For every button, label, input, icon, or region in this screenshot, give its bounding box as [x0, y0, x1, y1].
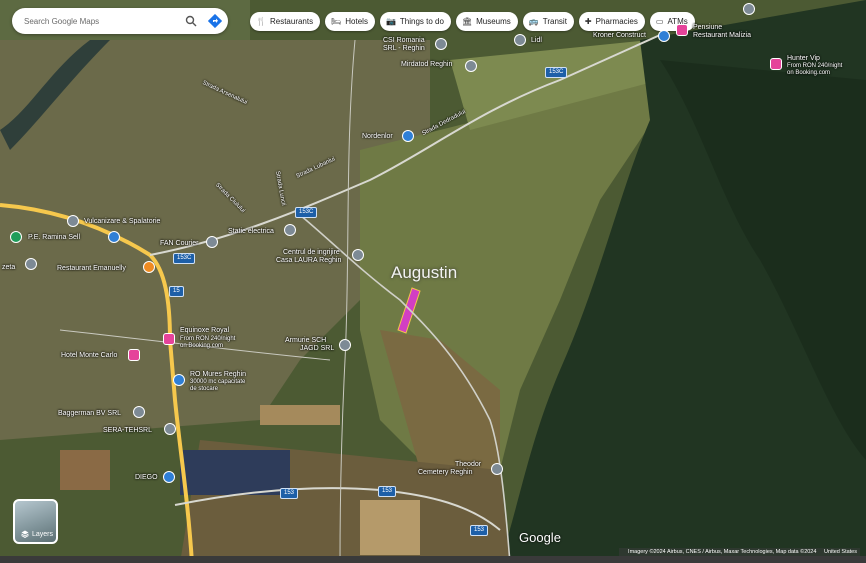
google-logo: Google: [519, 530, 561, 545]
place-label: Pensiune: [693, 24, 723, 31]
country-label[interactable]: United States: [824, 549, 857, 555]
chip-label: Pharmacies: [595, 17, 638, 26]
place-pin[interactable]: [658, 30, 670, 42]
place-label: zeta: [2, 264, 16, 271]
place-pin[interactable]: [402, 130, 414, 142]
road-shield: 153: [280, 488, 299, 499]
pharmacy-icon: ✚: [584, 17, 592, 26]
place-label: Hunter Vip: [787, 55, 820, 62]
chip-museums[interactable]: 🏛 Museums: [455, 12, 518, 31]
place-pin[interactable]: [465, 60, 477, 72]
place-label: CSI Romania: [383, 37, 425, 44]
search-box[interactable]: Search Google Maps: [12, 8, 228, 34]
layers-text: Layers: [32, 530, 54, 538]
place-label: JAGD SRL: [300, 345, 335, 352]
directions-icon[interactable]: [202, 10, 228, 32]
place-pin[interactable]: [514, 34, 526, 46]
place-label: on Booking.com: [787, 70, 831, 76]
layers-icon: [21, 530, 29, 538]
place-label: Theodor: [455, 461, 482, 468]
place-pin[interactable]: [163, 471, 175, 483]
place-label: Statie electrica: [228, 228, 274, 235]
layers-label-group: Layers: [21, 530, 53, 538]
hotel-pin[interactable]: [128, 349, 140, 361]
hotel-pin[interactable]: [163, 333, 175, 345]
place-pin[interactable]: [339, 339, 351, 351]
bed-icon: 🛏: [331, 17, 342, 26]
road-shield: 153C: [173, 253, 196, 264]
place-label: From RON 240/night: [787, 63, 843, 69]
place-pin[interactable]: [25, 258, 37, 270]
road-shield: 153: [378, 486, 397, 497]
hotel-pin[interactable]: [676, 24, 688, 36]
place-label: Restaurant Malizia: [693, 32, 751, 39]
place-label: DIEGO: [135, 474, 158, 481]
place-label: Kroner Construct: [593, 32, 646, 39]
place-label: P.E. Ramina Sell: [28, 234, 81, 241]
camera-icon: 📷: [385, 17, 396, 26]
imagery-credit: Imagery ©2024 Airbus, CNES / Airbus, Max…: [628, 549, 817, 555]
place-label: Nordenlor: [362, 133, 393, 140]
place-label: Lidl: [531, 37, 542, 44]
place-label: RO Mures Reghin: [190, 371, 247, 378]
place-label: Cemetery Reghin: [418, 469, 473, 476]
road-shield: 153C: [545, 67, 568, 78]
chip-restaurants[interactable]: 🍴 Restaurants: [250, 12, 321, 31]
road-shield: 15: [169, 286, 184, 297]
chip-transit[interactable]: 🚌 Transit: [522, 12, 574, 31]
place-label: Restaurant Emanuelly: [57, 265, 126, 272]
place-label: Armurie SCH: [285, 337, 327, 344]
map-attribution: Imagery ©2024 Airbus, CNES / Airbus, Max…: [619, 548, 860, 556]
place-label: SRL - Reghin: [383, 45, 425, 52]
place-label: FAN Courier: [160, 240, 199, 247]
place-label: Baggerman BV SRL: [58, 410, 122, 417]
hotel-pin[interactable]: [770, 58, 782, 70]
atm-icon: ▭: [655, 17, 664, 26]
place-pin[interactable]: [108, 231, 120, 243]
place-label: Mirdatod Reghin: [401, 61, 453, 68]
place-pin[interactable]: [67, 215, 79, 227]
chip-label: Things to do: [399, 17, 444, 26]
place-pin[interactable]: [164, 423, 176, 435]
place-label: Hotel Monte Carlo: [61, 352, 118, 359]
search-input[interactable]: Search Google Maps: [24, 17, 180, 26]
museum-icon: 🏛: [461, 17, 473, 26]
place-pin[interactable]: [206, 236, 218, 248]
category-chips: 🍴 Restaurants 🛏 Hotels 📷 Things to do 🏛 Muse…: [250, 12, 695, 31]
place-label: 30000 mc capacitate: [190, 379, 246, 385]
place-label: From RON 240/night: [180, 336, 236, 342]
place-label: on Booking.com: [180, 343, 224, 349]
chip-label: Transit: [542, 17, 567, 26]
place-label: Vulcanizare & Spalatorie: [84, 218, 161, 225]
layers-button[interactable]: Layers: [13, 499, 58, 544]
restaurant-pin[interactable]: [143, 261, 155, 273]
chip-atms[interactable]: ▭ ATMs: [649, 12, 695, 31]
chip-label: Hotels: [345, 17, 368, 26]
area-label: Augustin: [391, 263, 458, 282]
place-pin[interactable]: [491, 463, 503, 475]
place-label: Casa LAURA Reghin: [276, 257, 342, 264]
place-pin[interactable]: [352, 249, 364, 261]
place-label: Equinoxe Royal: [180, 327, 230, 334]
place-pin[interactable]: [284, 224, 296, 236]
chip-things-to-do[interactable]: 📷 Things to do: [379, 12, 451, 31]
search-icon[interactable]: [180, 10, 202, 32]
chip-label: Restaurants: [269, 17, 314, 26]
place-label: SERA-TEHSRL: [103, 427, 153, 434]
fork-knife-icon: 🍴: [256, 17, 266, 26]
place-pin[interactable]: [10, 231, 22, 243]
place-pin[interactable]: [435, 38, 447, 50]
chip-pharmacies[interactable]: ✚ Pharmacies: [578, 12, 645, 31]
chip-label: Museums: [476, 17, 511, 26]
place-label: Centrul de ingrijire: [283, 249, 340, 256]
chip-hotels[interactable]: 🛏 Hotels: [325, 12, 375, 31]
road-shield: 153: [470, 525, 489, 536]
place-label: de stocare: [190, 386, 219, 392]
place-pin[interactable]: [173, 374, 185, 386]
place-pin[interactable]: [133, 406, 145, 418]
place-pin[interactable]: [743, 3, 755, 15]
bus-icon: 🚌: [528, 17, 539, 26]
road-shield: 153C: [295, 207, 318, 218]
